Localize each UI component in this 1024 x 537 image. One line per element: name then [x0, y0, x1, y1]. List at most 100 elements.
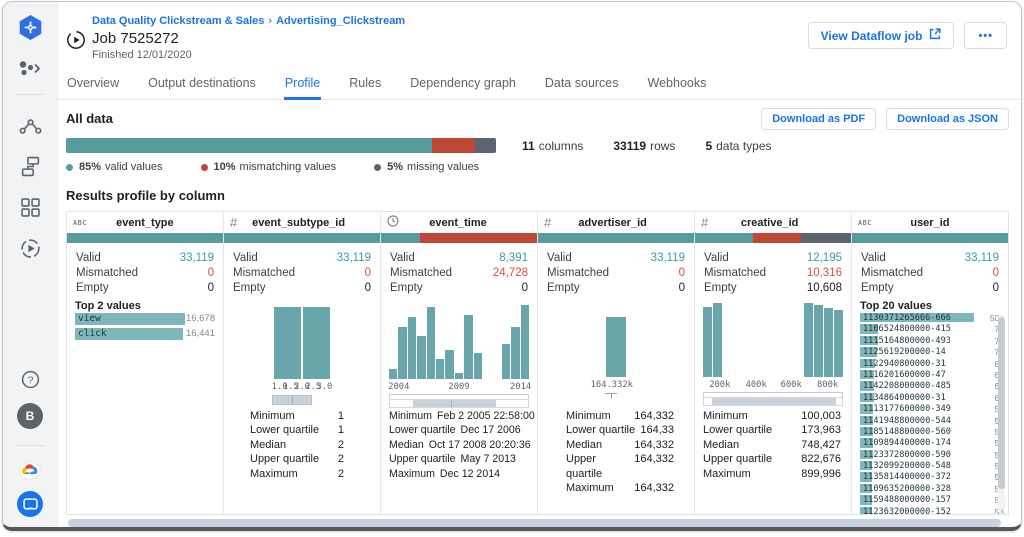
top-values-title: Top 20 values [860, 300, 932, 312]
top-value-row[interactable]: 1125619200000-1474 [860, 347, 1004, 357]
top-value-row[interactable]: 1130371265666-666 500 [860, 313, 1004, 323]
horizontal-scrollbar-thumb[interactable] [68, 519, 1001, 527]
top-value-row[interactable]: 1116201600000-4762 [860, 369, 1004, 380]
column-header-event_time[interactable]: event_time [381, 212, 537, 233]
histogram-bar [803, 303, 813, 377]
top-value-row[interactable]: 1135814400000-37254 [860, 472, 1004, 482]
quality-segment-teal [66, 138, 432, 153]
range-slider[interactable] [389, 399, 529, 408]
tab-webhooks[interactable]: Webhooks [647, 70, 708, 100]
breadcrumb-root-link[interactable]: Data Quality Clickstream & Sales [92, 15, 264, 27]
breadcrumb-current-link[interactable]: Advertising_Clickstream [276, 15, 405, 27]
top-value-row[interactable]: view 16,678 [75, 313, 215, 326]
count-row-valid: Valid 12,195 [704, 251, 842, 266]
vertical-scrollbar[interactable] [998, 315, 1005, 510]
tab-data-sources[interactable]: Data sources [544, 70, 620, 100]
help-icon[interactable]: ? [21, 370, 40, 389]
tab-rules[interactable]: Rules [348, 70, 382, 100]
flows-icon[interactable] [18, 59, 43, 78]
axis-tick-label: 2004 [388, 382, 410, 392]
range-slider-selection[interactable] [712, 398, 837, 405]
top-value-row[interactable]: 1123372800000-59055 [860, 449, 1004, 460]
top-value-row[interactable]: 1115164800000-49378 [860, 335, 1004, 346]
library-icon[interactable] [20, 198, 40, 217]
top-value-row[interactable]: 1141948800000-54457 [860, 415, 1004, 426]
range-slider-handle[interactable] [450, 400, 452, 407]
column-header-user_id[interactable]: ABC user_id [852, 212, 1008, 233]
count-label: Mismatched [390, 267, 452, 279]
range-slider-selection[interactable] [413, 400, 497, 407]
tab-bar: Overview Output destinations Profile Rules D… [58, 70, 1021, 100]
range-slider[interactable] [272, 395, 313, 405]
top-value-row[interactable]: 1109635200000-32854 [860, 483, 1004, 494]
page-header: Data Quality Clickstream & Sales › Adverti… [66, 10, 1009, 68]
histogram-bar [464, 315, 473, 379]
top-value-label: 1115164800000-493 [863, 335, 951, 346]
top-value-row[interactable]: 1122940800000-3166 [860, 358, 1004, 369]
column-name: creative_id [740, 216, 799, 229]
summary-value: 2 [337, 467, 344, 480]
flow-graph-icon[interactable] [19, 117, 42, 136]
axis-tick-label: 3.0 [316, 382, 333, 392]
avatar[interactable]: B [17, 403, 43, 429]
view-dataflow-job-button[interactable]: View Dataflow job [807, 22, 955, 49]
summary-label: Upper quartile [566, 453, 603, 480]
summary-row-median: Median 164,332 [566, 438, 674, 452]
count-row-valid: Valid 33,119 [76, 251, 214, 266]
column-detail-event_subtype_id: 1.0 1.5 2.0 2.5 3.0 Minimum 1 Lower quartile 1 Me… [224, 299, 380, 514]
summary-value: 822,676 [801, 453, 841, 466]
column-detail-event_type: Top 2 values view 16,678 click 16,441 [67, 299, 223, 514]
column-header-event_subtype_id[interactable]: # event_subtype_id [224, 212, 380, 233]
vertical-scrollbar-thumb[interactable] [998, 317, 1005, 489]
count-label: Empty [76, 282, 109, 294]
summary-value: 164,332 [634, 453, 674, 466]
top-value-label: 1123632000000-152 [863, 506, 951, 514]
job-status: Finished 12/01/2020 [92, 49, 192, 61]
column-summary-stats: Minimum 1 Lower quartile 1 Median 2 Upper quar… [224, 409, 380, 481]
top-value-row[interactable]: 1159488000000-15754 [860, 495, 1004, 505]
top-value-row[interactable]: 1106524800000-41579 [860, 324, 1004, 334]
column-profiles-table: ABC event_type Valid 33,119 Mismatched 0 Empty… [66, 211, 1009, 515]
google-cloud-icon[interactable] [18, 460, 42, 481]
download-pdf-button[interactable]: Download as PDF [761, 108, 877, 130]
tab-overview[interactable]: Overview [66, 70, 120, 100]
cloud-shell-icon[interactable] [17, 491, 43, 517]
dataprep-logo-icon[interactable] [17, 14, 44, 41]
column-quality-bar [695, 233, 851, 243]
top-value-row[interactable]: 1142208000000-48561 [860, 381, 1004, 391]
range-slider[interactable] [703, 397, 843, 406]
summary-row-lower-quartile: Lower quartile 1 [250, 423, 344, 437]
datasets-icon[interactable] [21, 156, 40, 177]
more-actions-button[interactable]: ••• [964, 22, 1007, 49]
dataset-stat-columns: 11 columns [522, 138, 584, 153]
summary-value: Dec 12 2014 [439, 467, 500, 480]
top-value-label: 1130371265666-666 [863, 313, 951, 323]
count-row-empty: Empty 0 [861, 281, 999, 296]
legend-pct: 5% [387, 161, 404, 173]
top-value-label: 1109894400000-174 [863, 438, 951, 449]
top-value-row[interactable]: 1109894400000-17455 [860, 438, 1004, 449]
count-value-mismatched: 0 [678, 267, 685, 279]
summary-label: Maximum [703, 467, 751, 480]
top-value-row[interactable]: 1185148800000-56057 [860, 426, 1004, 437]
count-value-valid: 33,119 [336, 252, 371, 264]
top-value-row[interactable]: click 16,441 [75, 328, 215, 341]
jobs-icon[interactable] [20, 238, 41, 259]
legend-item-missing-values: 5% missing values [374, 161, 479, 173]
top-value-row[interactable]: 1134864000000-3160 [860, 392, 1004, 403]
histogram [389, 303, 530, 379]
histogram-bar [417, 336, 426, 379]
top-value-row[interactable]: 1113177600000-34957 [860, 404, 1004, 414]
top-value-row[interactable]: 1132099200000-54854 [860, 461, 1004, 471]
tab-output-destinations[interactable]: Output destinations [147, 70, 257, 100]
download-json-button[interactable]: Download as JSON [886, 108, 1009, 130]
column-summary-stats: Minimum 100,003 Lower quartile 173,963 Media… [695, 409, 851, 481]
column-header-event_type[interactable]: ABC event_type [67, 212, 223, 233]
column-header-advertiser_id[interactable]: # advertiser_id [538, 212, 694, 233]
top-value-row[interactable]: 1123632000000-152 53 [860, 506, 1004, 514]
column-header-creative_id[interactable]: # creative_id [695, 212, 851, 233]
dataset-stat-data-types: 5 data types [705, 138, 772, 153]
tab-dependency-graph[interactable]: Dependency graph [409, 70, 517, 100]
tab-profile[interactable]: Profile [283, 70, 322, 100]
legend-pct: 85% [79, 161, 102, 173]
